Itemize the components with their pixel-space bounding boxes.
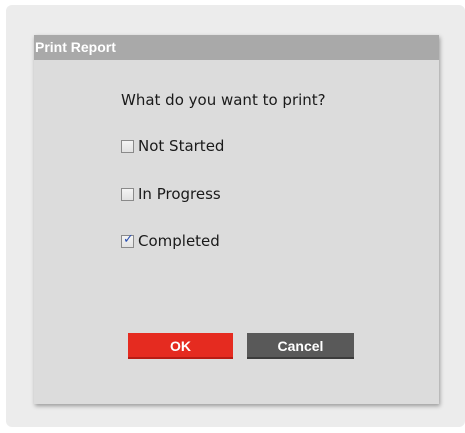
- print-report-dialog: Print Report What do you want to print? …: [34, 35, 439, 404]
- not-started-checkbox[interactable]: [121, 139, 134, 153]
- option-in-progress[interactable]: In Progress: [121, 185, 221, 203]
- cancel-button[interactable]: Cancel: [247, 333, 354, 359]
- completed-label: Completed: [138, 232, 220, 250]
- option-not-started[interactable]: Not Started: [121, 137, 224, 155]
- ok-button[interactable]: OK: [128, 333, 233, 359]
- print-prompt: What do you want to print?: [121, 91, 326, 109]
- in-progress-label: In Progress: [138, 185, 221, 203]
- dialog-titlebar[interactable]: Print Report: [34, 35, 439, 60]
- dialog-title: Print Report: [35, 39, 116, 55]
- option-completed[interactable]: Completed: [121, 232, 220, 250]
- in-progress-checkbox[interactable]: [121, 187, 134, 201]
- completed-checkbox[interactable]: [121, 232, 134, 248]
- not-started-label: Not Started: [138, 137, 225, 155]
